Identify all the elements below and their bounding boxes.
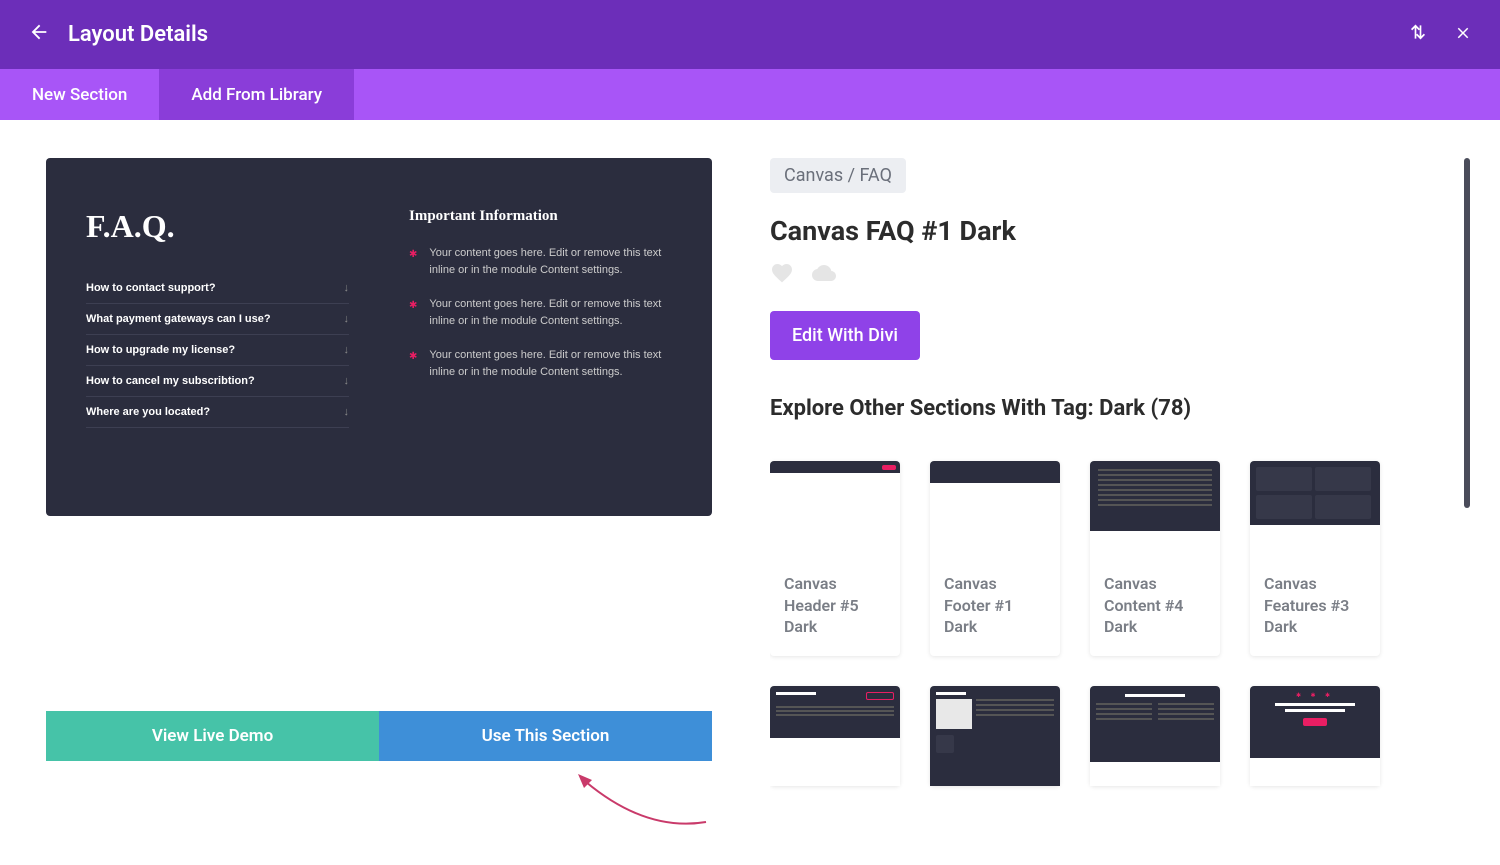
layout-preview: F.A.Q. How to contact support? ↓ What pay…: [46, 158, 712, 516]
header-left: Layout Details: [28, 21, 208, 49]
preview-info-title: Important Information: [409, 208, 672, 225]
use-this-section-button[interactable]: Use This Section: [379, 711, 712, 761]
preview-faq-item: How to upgrade my license? ↓: [86, 335, 349, 366]
preview-faq-item: How to cancel my subscribtion? ↓: [86, 366, 349, 397]
preview-whitespace: [46, 516, 712, 711]
star-icon: ✱: [409, 349, 417, 380]
layout-card[interactable]: [930, 686, 1060, 786]
card-label: Canvas Header #5 Dark: [770, 561, 900, 656]
layout-title: Canvas FAQ #1 Dark: [770, 215, 1470, 247]
chevron-down-icon: ↓: [344, 375, 350, 387]
preview-faq-item: What payment gateways can I use? ↓: [86, 304, 349, 335]
preview-info-item: ✱ Your content goes here. Edit or remove …: [409, 347, 672, 380]
left-column: F.A.Q. How to contact support? ↓ What pay…: [46, 158, 712, 865]
chevron-down-icon: ↓: [344, 406, 350, 418]
card-label: Canvas Content #4 Dark: [1090, 561, 1220, 656]
chevron-down-icon: ↓: [344, 282, 350, 294]
info-text: Your content goes here. Edit or remove t…: [429, 245, 672, 278]
card-thumbnail: [770, 686, 900, 786]
right-column: Canvas / FAQ Canvas FAQ #1 Dark Edit Wit…: [770, 158, 1470, 865]
preview-faq-item: Where are you located? ↓: [86, 397, 349, 428]
main-content: F.A.Q. How to contact support? ↓ What pay…: [0, 120, 1500, 865]
card-thumbnail: ✱ ✱ ✱: [1250, 686, 1380, 786]
view-live-demo-button[interactable]: View Live Demo: [46, 711, 379, 761]
chevron-down-icon: ↓: [344, 313, 350, 325]
info-text: Your content goes here. Edit or remove t…: [429, 296, 672, 329]
breadcrumb[interactable]: Canvas / FAQ: [770, 158, 906, 193]
header-actions: [1408, 22, 1472, 47]
card-thumbnail: [770, 461, 900, 561]
sort-icon[interactable]: [1408, 22, 1428, 47]
back-icon[interactable]: [28, 21, 50, 49]
scrollbar[interactable]: [1464, 158, 1470, 508]
card-thumbnail: [1250, 461, 1380, 561]
preview-faq-title: F.A.Q.: [86, 208, 349, 245]
faq-q: Where are you located?: [86, 406, 210, 418]
cloud-icon[interactable]: [810, 261, 838, 291]
card-thumbnail: [930, 461, 1060, 561]
faq-q: How to upgrade my license?: [86, 344, 235, 356]
layout-card[interactable]: [1090, 686, 1220, 786]
meta-icons: [770, 261, 1470, 291]
layout-card[interactable]: Canvas Features #3 Dark: [1250, 461, 1380, 656]
card-thumbnail: [1090, 461, 1220, 561]
faq-q: What payment gateways can I use?: [86, 313, 271, 325]
star-icon: ✱: [409, 247, 417, 278]
layout-card[interactable]: Canvas Header #5 Dark: [770, 461, 900, 656]
layout-card[interactable]: Canvas Content #4 Dark: [1090, 461, 1220, 656]
tab-new-section[interactable]: New Section: [0, 69, 159, 120]
preview-faq-column: F.A.Q. How to contact support? ↓ What pay…: [86, 208, 349, 476]
layout-card[interactable]: Canvas Footer #1 Dark: [930, 461, 1060, 656]
card-thumbnail: [1090, 686, 1220, 786]
card-label: Canvas Footer #1 Dark: [930, 561, 1060, 656]
tab-add-from-library[interactable]: Add From Library: [159, 69, 354, 120]
faq-q: How to cancel my subscribtion?: [86, 375, 255, 387]
star-icon: ✱: [409, 298, 417, 329]
card-label: Canvas Features #3 Dark: [1250, 561, 1380, 656]
page-title: Layout Details: [68, 22, 208, 47]
close-icon[interactable]: [1454, 23, 1472, 47]
chevron-down-icon: ↓: [344, 344, 350, 356]
faq-q: How to contact support?: [86, 282, 216, 294]
preview-actions: View Live Demo Use This Section: [46, 711, 712, 761]
layout-card[interactable]: [770, 686, 900, 786]
card-thumbnail: [930, 686, 1060, 786]
edit-with-divi-button[interactable]: Edit With Divi: [770, 311, 920, 360]
related-cards: Canvas Header #5 Dark Canvas Footer #1 D…: [770, 461, 1470, 786]
explore-heading: Explore Other Sections With Tag: Dark (7…: [770, 396, 1470, 421]
modal-header: Layout Details: [0, 0, 1500, 69]
info-text: Your content goes here. Edit or remove t…: [429, 347, 672, 380]
preview-info-item: ✱ Your content goes here. Edit or remove …: [409, 245, 672, 278]
preview-info-item: ✱ Your content goes here. Edit or remove …: [409, 296, 672, 329]
heart-icon[interactable]: [770, 261, 794, 291]
preview-faq-item: How to contact support? ↓: [86, 273, 349, 304]
layout-card[interactable]: ✱ ✱ ✱: [1250, 686, 1380, 786]
preview-info-column: Important Information ✱ Your content goes…: [409, 208, 672, 476]
tab-bar: New Section Add From Library: [0, 69, 1500, 120]
